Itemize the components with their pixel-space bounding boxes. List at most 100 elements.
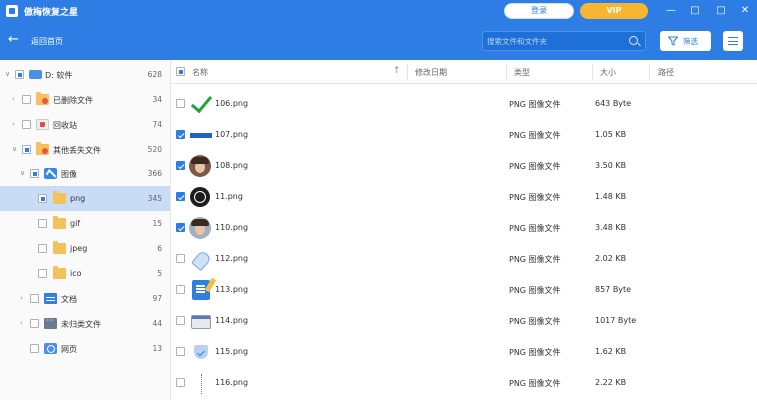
back-home-link[interactable]: 返回首页 xyxy=(31,36,63,47)
table-row[interactable]: 115.png PNG 图像文件 1.62 KB xyxy=(171,336,757,367)
face-thumbnail-icon xyxy=(189,217,211,239)
tree-item-jpeg[interactable]: jpeg 6 xyxy=(0,236,170,261)
file-type: PNG 图像文件 xyxy=(509,100,561,109)
close-icon[interactable]: ✕ xyxy=(737,3,753,19)
column-header-date[interactable]: 修改日期 xyxy=(415,67,447,78)
table-row[interactable]: 106.png PNG 图像文件 643 Byte xyxy=(171,88,757,119)
select-all-checkbox[interactable] xyxy=(176,67,185,76)
tree-item-label: ico xyxy=(70,269,82,278)
table-row[interactable]: 116.png PNG 图像文件 2.22 KB xyxy=(171,367,757,398)
chevron-right-icon[interactable]: › xyxy=(20,319,23,327)
tree-item-unclassified[interactable]: › 未归类文件 44 xyxy=(0,311,170,336)
drive-icon xyxy=(29,70,42,79)
column-header-path[interactable]: 路径 xyxy=(658,67,674,78)
file-name: 108.png xyxy=(215,161,249,170)
file-name: 113.png xyxy=(215,285,249,294)
tree-item-label: 已删除文件 xyxy=(53,96,93,105)
tree-item-label: 回收站 xyxy=(53,121,77,130)
table-row[interactable]: 107.png PNG 图像文件 1.05 KB xyxy=(171,119,757,150)
row-checkbox[interactable] xyxy=(176,378,185,387)
search-box[interactable] xyxy=(482,31,646,51)
tree-item-png[interactable]: png 345 xyxy=(0,186,170,211)
file-type: PNG 图像文件 xyxy=(509,317,561,326)
row-checkbox[interactable] xyxy=(176,130,185,139)
checkbox[interactable] xyxy=(38,219,47,228)
login-button[interactable]: 登录 xyxy=(504,3,574,19)
column-header-type[interactable]: 类型 xyxy=(514,67,530,78)
table-row[interactable]: 108.png PNG 图像文件 3.50 KB xyxy=(171,150,757,181)
row-checkbox[interactable] xyxy=(176,192,185,201)
minimize-icon[interactable]: — xyxy=(663,3,679,19)
tree-item-recycle-bin[interactable]: › 回收站 74 xyxy=(0,112,170,137)
lost-files-folder-icon xyxy=(36,142,49,155)
row-checkbox[interactable] xyxy=(176,347,185,356)
tree-item-images[interactable]: ∨ 图像 366 xyxy=(0,161,170,186)
column-header-name[interactable]: 名称 xyxy=(192,67,208,78)
tree-item-documents[interactable]: › 文档 97 xyxy=(0,286,170,311)
restore-icon[interactable]: □ xyxy=(687,3,703,19)
checkbox[interactable] xyxy=(30,294,39,303)
file-size: 1.62 KB xyxy=(595,347,627,356)
tree-item-count: 34 xyxy=(152,95,162,104)
tree-item-count: 97 xyxy=(152,294,162,303)
checkbox[interactable] xyxy=(30,344,39,353)
checkbox[interactable] xyxy=(38,269,47,278)
vip-button[interactable]: VIP xyxy=(580,3,648,19)
chevron-down-icon[interactable]: ∨ xyxy=(20,169,25,177)
tree-item-count: 74 xyxy=(152,120,162,129)
table-row[interactable]: 112.png PNG 图像文件 2.02 KB xyxy=(171,243,757,274)
tree-item-ico[interactable]: ico 5 xyxy=(0,261,170,286)
checkbox[interactable] xyxy=(15,70,24,79)
tree-item-other-lost-files[interactable]: ∨ 其他丢失文件 520 xyxy=(0,137,170,162)
menu-button[interactable] xyxy=(723,31,743,51)
tree-item-webpages[interactable]: 网页 13 xyxy=(0,336,170,361)
dotted-line-thumbnail-icon xyxy=(189,371,213,395)
checkbox[interactable] xyxy=(30,169,39,178)
menu-icon-bar xyxy=(728,40,738,42)
table-row[interactable]: 110.png PNG 图像文件 3.48 KB xyxy=(171,212,757,243)
search-input[interactable] xyxy=(487,35,625,48)
tree-item-drive-d[interactable]: ∨ D: 软件 628 xyxy=(0,62,170,87)
checkbox[interactable] xyxy=(30,319,39,328)
search-icon[interactable] xyxy=(629,36,638,45)
file-name: 112.png xyxy=(215,254,249,263)
row-checkbox[interactable] xyxy=(176,316,185,325)
table-row[interactable]: 113.png PNG 图像文件 857 Byte xyxy=(171,274,757,305)
chevron-down-icon[interactable]: ∨ xyxy=(12,145,17,153)
tree-item-deleted-files[interactable]: › 已删除文件 34 xyxy=(0,87,170,112)
funnel-icon xyxy=(668,36,678,46)
back-arrow-icon[interactable]: ← xyxy=(8,33,19,47)
column-divider[interactable] xyxy=(649,65,650,79)
column-divider[interactable] xyxy=(506,65,507,79)
row-checkbox[interactable] xyxy=(176,223,185,232)
tree-item-label: 图像 xyxy=(61,170,77,179)
sort-up-icon[interactable]: ↑ xyxy=(393,66,401,76)
tree-item-count: 15 xyxy=(152,219,162,228)
tree-item-label: png xyxy=(70,194,86,203)
recycle-bin-icon xyxy=(36,119,49,130)
filter-button[interactable]: 筛选 xyxy=(660,31,711,51)
chevron-right-icon[interactable]: › xyxy=(12,95,15,103)
file-name: 107.png xyxy=(215,130,249,139)
row-checkbox[interactable] xyxy=(176,99,185,108)
column-header-size[interactable]: 大小 xyxy=(600,67,616,78)
chevron-down-icon[interactable]: ∨ xyxy=(5,70,10,78)
column-divider[interactable] xyxy=(592,65,593,79)
row-checkbox[interactable] xyxy=(176,285,185,294)
checkbox[interactable] xyxy=(38,194,47,203)
column-divider[interactable] xyxy=(407,65,408,79)
checkbox[interactable] xyxy=(22,120,31,129)
tree-item-gif[interactable]: gif 15 xyxy=(0,211,170,236)
row-checkbox[interactable] xyxy=(176,161,185,170)
maximize-icon[interactable]: □ xyxy=(713,3,729,19)
row-checkbox[interactable] xyxy=(176,254,185,263)
table-row[interactable]: 114.png PNG 图像文件 1017 Byte xyxy=(171,305,757,336)
chevron-right-icon[interactable]: › xyxy=(12,120,15,128)
checkbox[interactable] xyxy=(22,95,31,104)
table-row[interactable]: 11.png PNG 图像文件 1.48 KB xyxy=(171,181,757,212)
checkbox[interactable] xyxy=(38,244,47,253)
file-list-header: 名称 ↑ 修改日期 类型 大小 路径 xyxy=(171,60,757,84)
checkbox[interactable] xyxy=(22,145,31,154)
chevron-right-icon[interactable]: › xyxy=(20,294,23,302)
vertical-scrollbar[interactable] xyxy=(750,84,757,400)
